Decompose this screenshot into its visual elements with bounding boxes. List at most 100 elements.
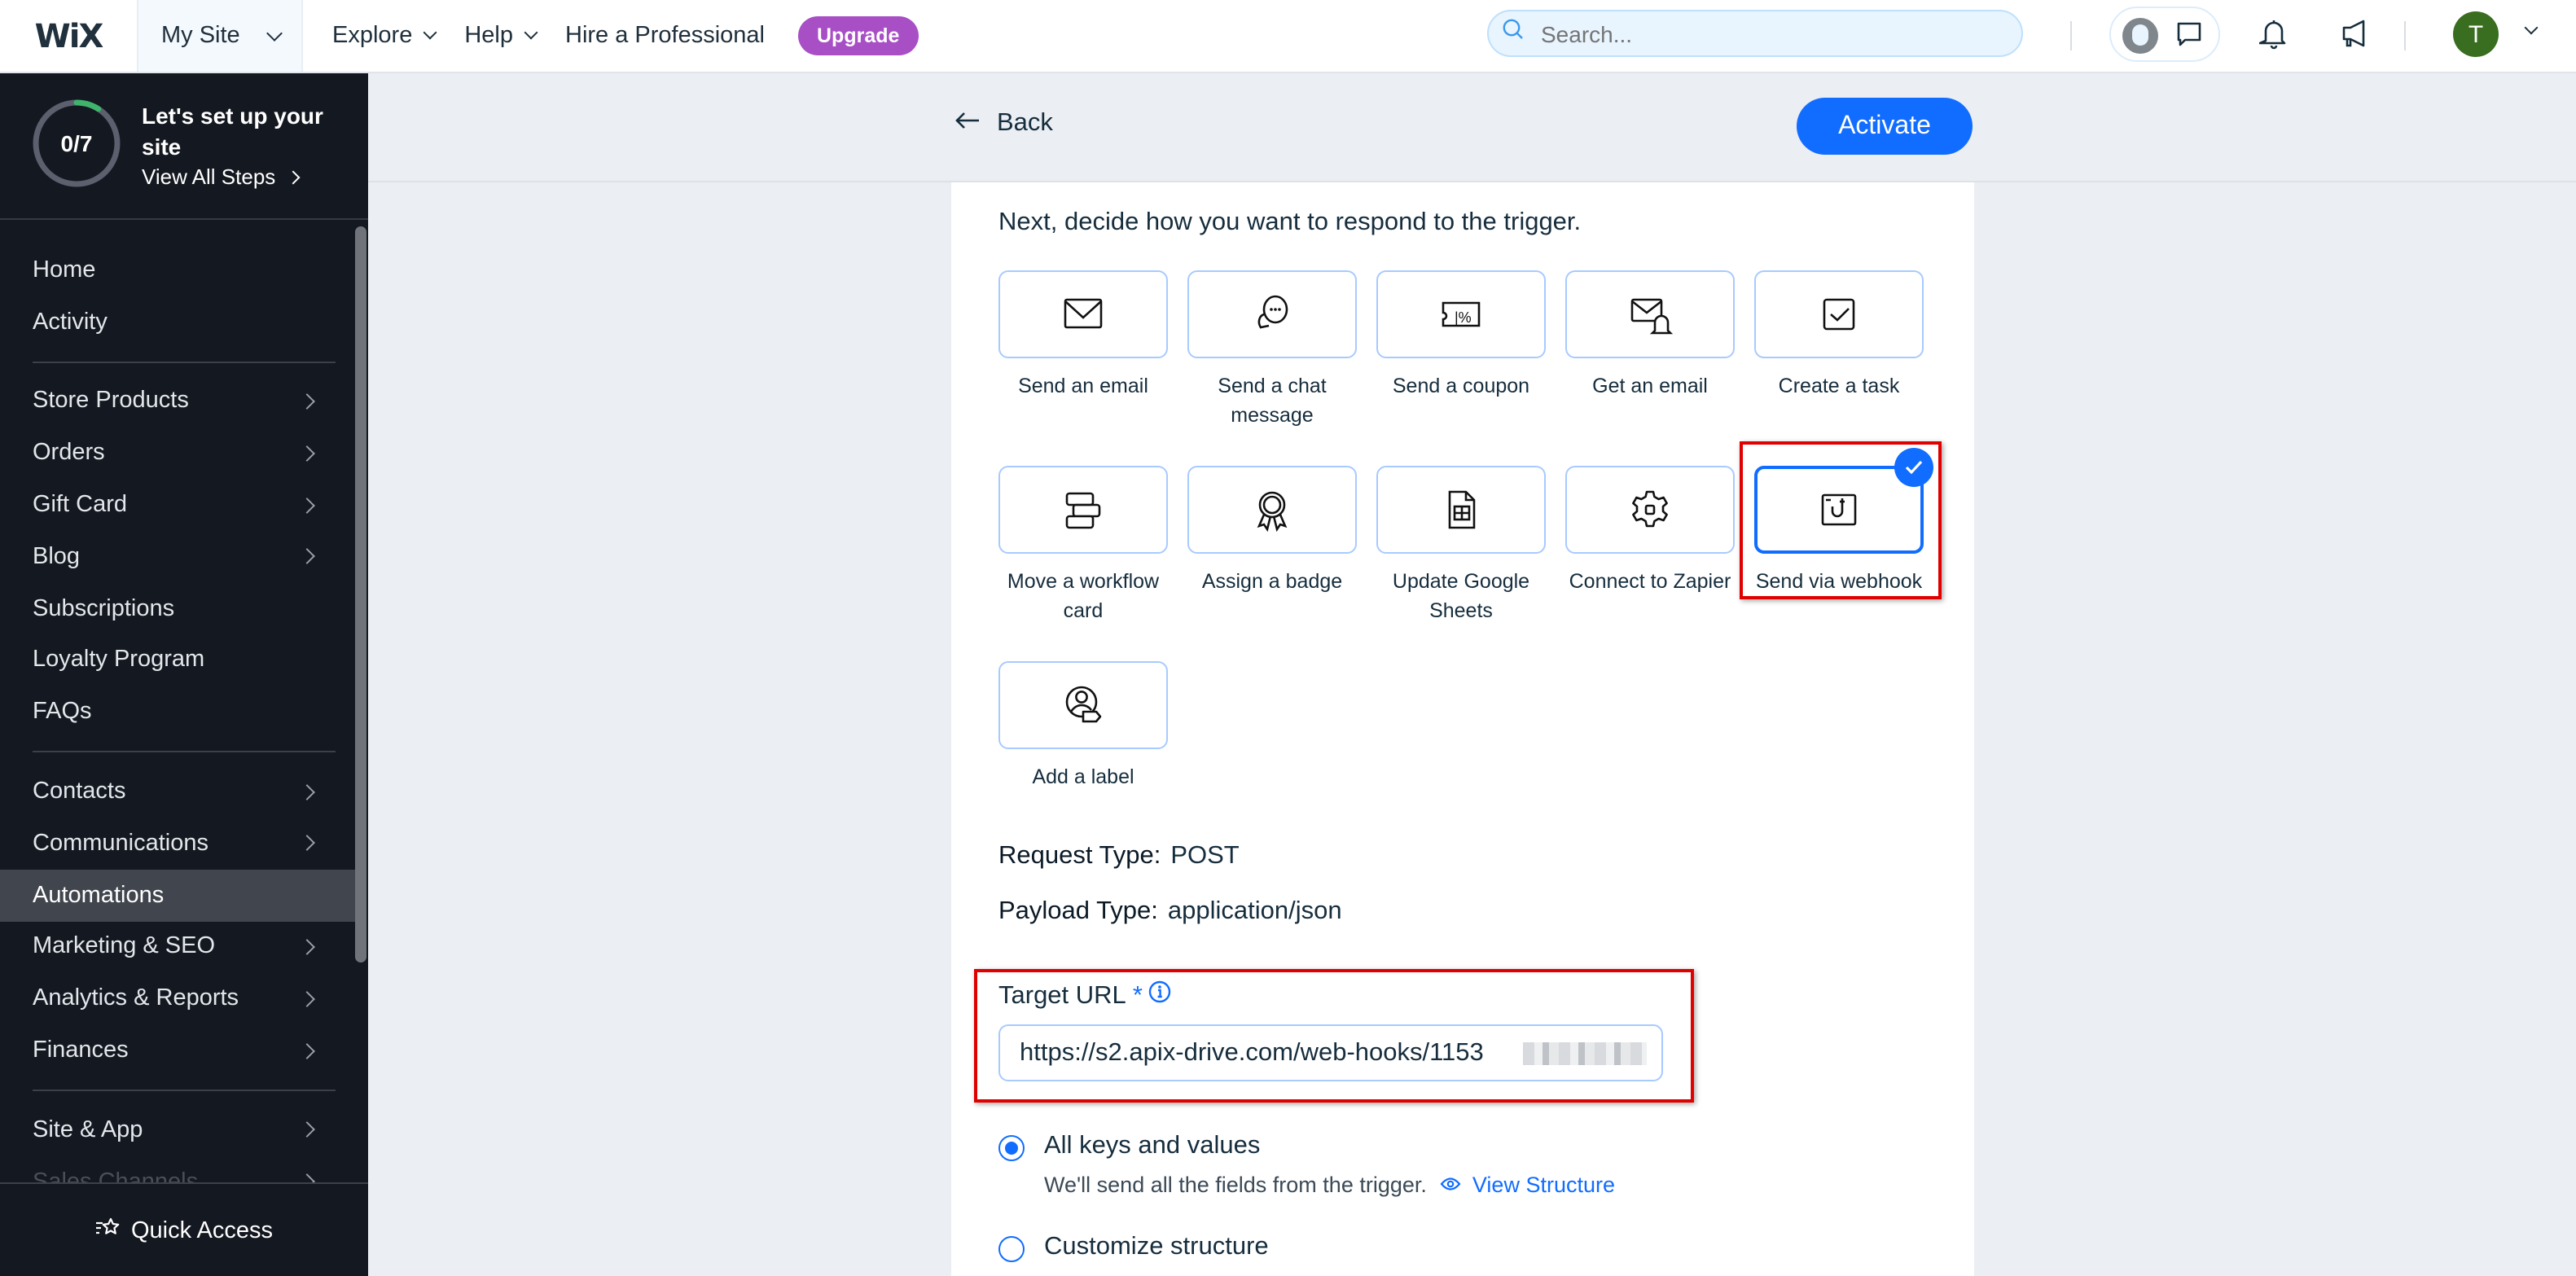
- sidebar-divider: [33, 1089, 336, 1091]
- action-tile-get-an-email[interactable]: Get an email: [1565, 270, 1735, 401]
- action-tile-label: Move a workflow card: [1007, 570, 1160, 622]
- community-chat-group[interactable]: [2109, 7, 2220, 62]
- nav-help-label: Help: [464, 23, 513, 49]
- chevron-right-icon: [286, 169, 301, 184]
- radio-all-keys[interactable]: [998, 1135, 1025, 1161]
- view-structure-link[interactable]: View Structure: [1440, 1173, 1615, 1197]
- radio-customize-structure[interactable]: [998, 1236, 1025, 1262]
- chevron-right-icon: [299, 548, 315, 565]
- sidebar-item-marketing-and-seo[interactable]: Marketing & SEO: [0, 921, 355, 973]
- action-tile-button[interactable]: [998, 466, 1168, 554]
- sidebar-item-analytics-and-reports[interactable]: Analytics & Reports: [0, 973, 355, 1025]
- action-tile-button[interactable]: [1754, 270, 1924, 358]
- setup-progress[interactable]: 0/7 Let's set up your site View All Step…: [0, 73, 368, 220]
- radio-all-keys-label[interactable]: All keys and values: [1044, 1132, 1260, 1161]
- sidebar-item-orders[interactable]: Orders: [0, 428, 355, 480]
- action-tile-update-google-sheets[interactable]: Update Google Sheets: [1376, 466, 1546, 625]
- star-list-icon: [95, 1216, 121, 1245]
- activate-button[interactable]: Activate: [1797, 98, 1973, 155]
- action-tile-button[interactable]: [1376, 466, 1546, 554]
- action-tile-send-an-email[interactable]: Send an email: [998, 270, 1168, 401]
- megaphone-icon[interactable]: [2336, 15, 2375, 54]
- sidebar-item-gift-card[interactable]: Gift Card: [0, 479, 355, 531]
- action-tile-connect-to-zapier[interactable]: Connect to Zapier: [1565, 466, 1735, 596]
- action-tile-label: Send an email: [1018, 375, 1148, 397]
- sidebar-item-label: Blog: [33, 543, 81, 570]
- sidebar-item-automations[interactable]: Automations: [0, 869, 355, 922]
- sidebar-item-label: Gift Card: [33, 492, 128, 519]
- all-keys-hint: We'll send all the fields from the trigg…: [1044, 1173, 1615, 1197]
- nav-explore-label: Explore: [332, 23, 413, 49]
- sidebar-item-communications[interactable]: Communications: [0, 818, 355, 870]
- nav-hire-professional[interactable]: Hire a Professional: [565, 23, 765, 49]
- upgrade-button[interactable]: Upgrade: [797, 16, 919, 55]
- sidebar-item-activity[interactable]: Activity: [0, 296, 355, 349]
- action-tile-button[interactable]: |%: [1376, 270, 1546, 358]
- chevron-down-icon[interactable]: [2524, 20, 2539, 35]
- action-tile-button[interactable]: [1187, 466, 1357, 554]
- sidebar-item-finances[interactable]: Finances: [0, 1024, 355, 1076]
- info-icon[interactable]: [1149, 980, 1172, 1011]
- action-tile-label: Send a chat message: [1218, 375, 1327, 427]
- user-avatar[interactable]: T: [2453, 11, 2499, 57]
- divider: [2404, 21, 2406, 50]
- action-tile-button[interactable]: [1565, 466, 1735, 554]
- action-tile-label: Add a label: [1032, 765, 1134, 788]
- action-tile-create-a-task[interactable]: Create a task: [1754, 270, 1924, 401]
- sidebar-item-faqs[interactable]: FAQs: [0, 686, 355, 739]
- action-tile-move-a-workflow-card[interactable]: Move a workflow card: [998, 466, 1168, 625]
- nav-help[interactable]: Help: [464, 23, 538, 49]
- sidebar-item-label: FAQs: [33, 699, 92, 726]
- nav-explore[interactable]: Explore: [332, 23, 437, 49]
- my-site-dropdown[interactable]: My Site: [137, 0, 303, 72]
- action-tile-send-a-chat-message[interactable]: Send a chat message: [1187, 270, 1357, 430]
- action-tile-send-a-coupon[interactable]: |% Send a coupon: [1376, 270, 1546, 401]
- progress-text: 0/7: [60, 130, 93, 156]
- sidebar-item-site-and-app[interactable]: Site & App: [0, 1104, 355, 1156]
- community-avatar-icon[interactable]: [2122, 18, 2158, 54]
- sidebar-divider: [33, 361, 336, 363]
- chevron-right-icon: [299, 783, 315, 800]
- action-tile-button[interactable]: [1565, 270, 1735, 358]
- sidebar-scrollbar[interactable]: [355, 226, 366, 962]
- search-input[interactable]: [1538, 19, 2000, 48]
- sidebar-item-home[interactable]: Home: [0, 244, 355, 296]
- quick-access-button[interactable]: Quick Access: [0, 1182, 368, 1276]
- back-button[interactable]: Back: [954, 109, 1053, 138]
- chevron-right-icon: [299, 393, 315, 410]
- bell-icon[interactable]: [2254, 15, 2293, 54]
- eye-icon: [1440, 1173, 1461, 1197]
- spreadsheet-icon: [1448, 490, 1476, 529]
- radio-customize-label[interactable]: Customize structure: [1044, 1233, 1269, 1262]
- setup-title: Let's set up your site: [142, 103, 323, 160]
- action-tile-add-a-label[interactable]: Add a label: [998, 661, 1168, 791]
- payload-type-value: application/json: [1167, 897, 1342, 925]
- action-tile-button[interactable]: [1187, 270, 1357, 358]
- sidebar-divider: [33, 751, 336, 753]
- top-bar: WiX My Site Explore Help Hire a Professi…: [0, 0, 2576, 73]
- action-tile-button[interactable]: [998, 661, 1168, 749]
- sidebar-item-label: Store Products: [33, 388, 189, 414]
- chevron-right-icon: [299, 990, 315, 1007]
- action-tile-label: Get an email: [1592, 375, 1708, 397]
- redacted-url-part: [1523, 1042, 1647, 1065]
- quick-access-label: Quick Access: [130, 1217, 274, 1243]
- search-box[interactable]: [1487, 10, 2023, 57]
- wix-logo[interactable]: WiX: [0, 0, 137, 72]
- chat-icon[interactable]: [2170, 15, 2209, 54]
- action-tile-button[interactable]: [998, 270, 1168, 358]
- action-tile-label: Update Google Sheets: [1392, 570, 1530, 622]
- action-tile-assign-a-badge[interactable]: Assign a badge: [1187, 466, 1357, 596]
- sidebar-item-loyalty-program[interactable]: Loyalty Program: [0, 634, 355, 686]
- target-url-label: Target URL *: [998, 980, 1172, 1011]
- sidebar-item-blog[interactable]: Blog: [0, 531, 355, 583]
- sidebar-item-label: Communications: [33, 830, 208, 857]
- sidebar-item-contacts[interactable]: Contacts: [0, 765, 355, 818]
- view-all-steps-link[interactable]: View All Steps: [142, 164, 301, 189]
- badge-ribbon-icon: [1257, 491, 1288, 533]
- arrow-left-icon: [954, 109, 981, 138]
- sidebar-item-store-products[interactable]: Store Products: [0, 375, 355, 428]
- sidebar-item-label: Analytics & Reports: [33, 985, 239, 1012]
- sidebar-item-subscriptions[interactable]: Subscriptions: [0, 583, 355, 635]
- chevron-right-icon: [299, 445, 315, 462]
